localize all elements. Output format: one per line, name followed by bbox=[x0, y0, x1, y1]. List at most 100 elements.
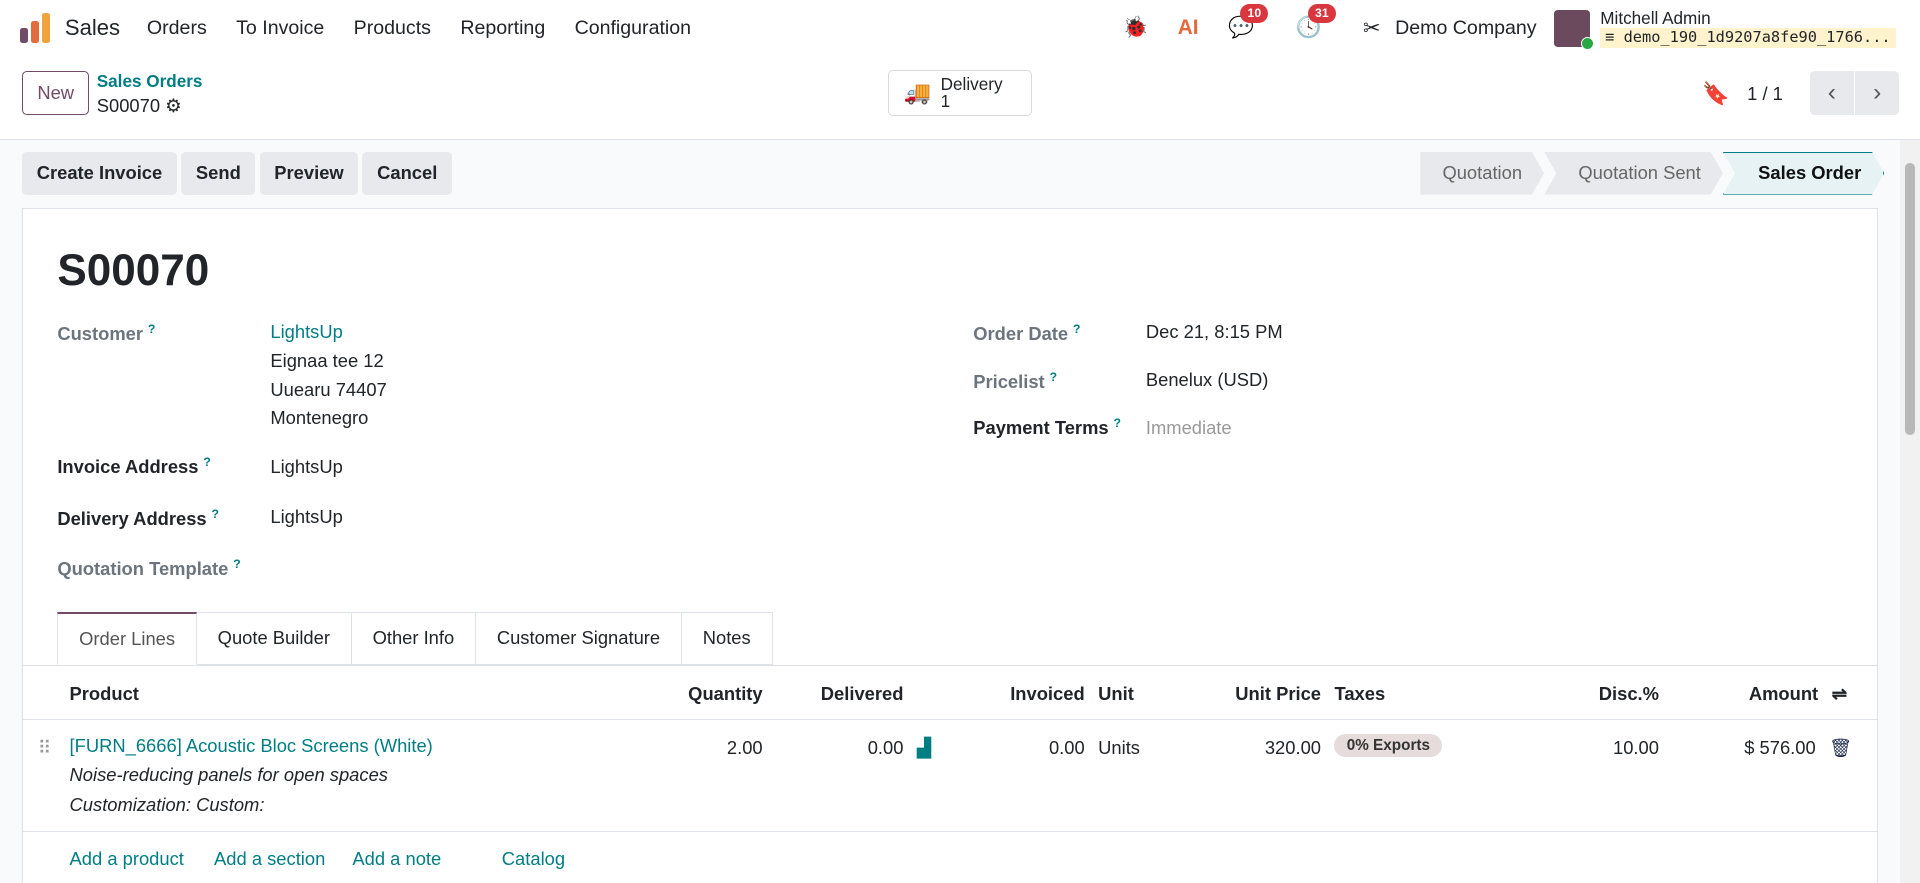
help-icon[interactable]: ? bbox=[148, 322, 155, 336]
menu-configuration[interactable]: Configuration bbox=[575, 17, 691, 40]
status-bar: Quotation Quotation Sent Sales Order bbox=[1420, 152, 1884, 195]
col-disc[interactable]: Disc.% bbox=[1599, 683, 1659, 705]
preview-button[interactable]: Preview bbox=[259, 151, 359, 195]
activities-badge: 31 bbox=[1307, 3, 1336, 23]
address-line: Eignaa tee 12 bbox=[270, 349, 384, 371]
add-section-link[interactable]: Add a section bbox=[214, 848, 325, 870]
truck-icon: 🚚 bbox=[903, 80, 931, 106]
col-unit-price[interactable]: Unit Price bbox=[1235, 683, 1321, 705]
tab-order-lines[interactable]: Order Lines bbox=[57, 612, 197, 665]
col-unit[interactable]: Unit bbox=[1098, 683, 1134, 705]
bookmark-icon[interactable]: 🔖 bbox=[1702, 81, 1729, 107]
scrollbar-thumb[interactable] bbox=[1905, 162, 1916, 435]
order-lines-header: Product Quantity Delivered Invoiced Unit… bbox=[23, 664, 1877, 720]
invoiced-cell: 0.00 bbox=[1048, 736, 1085, 758]
add-note-link[interactable]: Add a note bbox=[352, 848, 441, 870]
new-button[interactable]: New bbox=[22, 71, 90, 116]
delete-trash-icon[interactable]: 🗑 bbox=[1829, 737, 1852, 759]
address-line: Montenegro bbox=[270, 407, 369, 429]
menu-reporting[interactable]: Reporting bbox=[460, 17, 545, 40]
online-status-icon bbox=[1580, 36, 1595, 51]
col-product[interactable]: Product bbox=[70, 683, 139, 705]
add-product-link[interactable]: Add a product bbox=[70, 848, 184, 870]
breadcrumb-sales-orders[interactable]: Sales Orders bbox=[97, 71, 203, 92]
database-name: demo_190_1d9207a8fe90_1766... bbox=[1623, 28, 1891, 47]
help-icon[interactable]: ? bbox=[203, 455, 210, 469]
pager-value[interactable]: 1 / 1 bbox=[1747, 83, 1783, 105]
next-record-button[interactable]: › bbox=[1855, 71, 1900, 116]
col-delivered[interactable]: Delivered bbox=[821, 683, 904, 705]
drag-handle-icon[interactable]: ⠿ bbox=[38, 737, 51, 759]
send-button[interactable]: Send bbox=[181, 151, 256, 195]
create-invoice-button[interactable]: Create Invoice bbox=[22, 151, 177, 195]
catalog-link[interactable]: Catalog bbox=[502, 848, 565, 870]
col-taxes[interactable]: Taxes bbox=[1334, 683, 1385, 705]
help-icon[interactable]: ? bbox=[212, 507, 219, 521]
delivery-address-label: Delivery Address bbox=[57, 507, 207, 529]
status-quotation[interactable]: Quotation bbox=[1420, 152, 1544, 195]
order-title: S00070 bbox=[57, 245, 210, 295]
form-sheet: S00070 Customer? LightsUp Eignaa tee 12 … bbox=[22, 208, 1879, 883]
delivery-count: 1 bbox=[940, 91, 951, 112]
customer-label: Customer bbox=[57, 322, 144, 344]
user-name[interactable]: Mitchell Admin bbox=[1600, 8, 1895, 29]
ai-icon[interactable]: AI bbox=[1178, 16, 1199, 40]
menu-orders[interactable]: Orders bbox=[147, 17, 207, 40]
unit-price-cell[interactable]: 320.00 bbox=[1265, 737, 1321, 759]
pricelist-field[interactable]: Benelux (USD) bbox=[1146, 366, 1268, 395]
menu-products[interactable]: Products bbox=[354, 17, 431, 40]
tab-customer-signature[interactable]: Customer Signature bbox=[476, 612, 682, 665]
tab-notes[interactable]: Notes bbox=[681, 612, 773, 665]
col-quantity[interactable]: Quantity bbox=[688, 683, 762, 705]
tab-other-info[interactable]: Other Info bbox=[351, 612, 477, 665]
status-quotation-sent[interactable]: Quotation Sent bbox=[1544, 152, 1723, 195]
previous-record-button[interactable]: ‹ bbox=[1809, 71, 1854, 116]
messages-badge: 10 bbox=[1240, 3, 1269, 23]
activities-clock-icon[interactable]: 🕓 31 bbox=[1295, 3, 1336, 40]
product-customization: Customization: Custom: bbox=[69, 793, 265, 815]
company-switcher[interactable]: Demo Company bbox=[1395, 17, 1536, 40]
product-link[interactable]: [FURN_6666] Acoustic Bloc Screens (White… bbox=[70, 731, 433, 760]
optional-columns-toggle-icon[interactable]: ⇌ bbox=[1832, 683, 1847, 705]
status-sales-order[interactable]: Sales Order bbox=[1723, 152, 1884, 195]
customer-link[interactable]: LightsUp bbox=[270, 318, 386, 347]
quantity-cell[interactable]: 2.00 bbox=[727, 737, 763, 759]
app-name[interactable]: Sales bbox=[65, 15, 120, 41]
database-icon: ≡ bbox=[1605, 28, 1624, 47]
sales-app-logo-icon[interactable] bbox=[19, 13, 52, 43]
messages-icon[interactable]: 💬 10 bbox=[1228, 3, 1269, 40]
menu-to-invoice[interactable]: To Invoice bbox=[236, 17, 324, 40]
debug-bug-icon[interactable]: 🐞 bbox=[1122, 16, 1148, 40]
cancel-button[interactable]: Cancel bbox=[362, 151, 453, 195]
delivery-smart-button[interactable]: 🚚 Delivery 1 bbox=[887, 69, 1033, 117]
help-icon[interactable]: ? bbox=[1073, 322, 1080, 336]
delivered-cell: 0.00 bbox=[867, 736, 904, 758]
amount-cell: $ 576.00 bbox=[1744, 736, 1816, 758]
record-name: S00070 bbox=[96, 95, 161, 117]
tab-quote-builder[interactable]: Quote Builder bbox=[196, 612, 352, 665]
tax-badge[interactable]: 0% Exports bbox=[1334, 734, 1443, 758]
invoice-address-field[interactable]: LightsUp bbox=[270, 453, 342, 482]
product-description: Noise-reducing panels for open spaces bbox=[69, 764, 388, 786]
order-date-label: Order Date bbox=[973, 322, 1069, 344]
payment-terms-label: Payment Terms bbox=[973, 417, 1109, 439]
unit-cell[interactable]: Units bbox=[1098, 737, 1140, 759]
help-icon[interactable]: ? bbox=[1050, 370, 1057, 384]
avatar[interactable] bbox=[1553, 9, 1595, 51]
top-navbar: Sales Orders To Invoice Products Reporti… bbox=[0, 0, 1920, 57]
invoice-address-label: Invoice Address bbox=[57, 456, 199, 478]
pricelist-label: Pricelist bbox=[973, 370, 1045, 392]
table-row[interactable]: ⠿ [FURN_6666] Acoustic Bloc Screens (Whi… bbox=[23, 720, 1877, 833]
col-amount[interactable]: Amount bbox=[1749, 683, 1818, 705]
order-date-field[interactable]: Dec 21, 8:15 PM bbox=[1146, 318, 1283, 347]
discount-cell[interactable]: 10.00 bbox=[1613, 737, 1659, 759]
address-line: Uuearu 74407 bbox=[270, 378, 387, 400]
gear-icon[interactable]: ⚙ bbox=[165, 95, 181, 116]
col-invoiced[interactable]: Invoiced bbox=[1010, 683, 1084, 705]
forecast-chart-icon[interactable]: ▟ bbox=[917, 737, 931, 759]
help-icon[interactable]: ? bbox=[1114, 416, 1121, 430]
payment-terms-field[interactable]: Immediate bbox=[1146, 414, 1232, 443]
delivery-address-field[interactable]: LightsUp bbox=[270, 503, 342, 532]
settings-tools-icon[interactable]: ✂ bbox=[1363, 16, 1380, 41]
help-icon[interactable]: ? bbox=[233, 557, 240, 571]
